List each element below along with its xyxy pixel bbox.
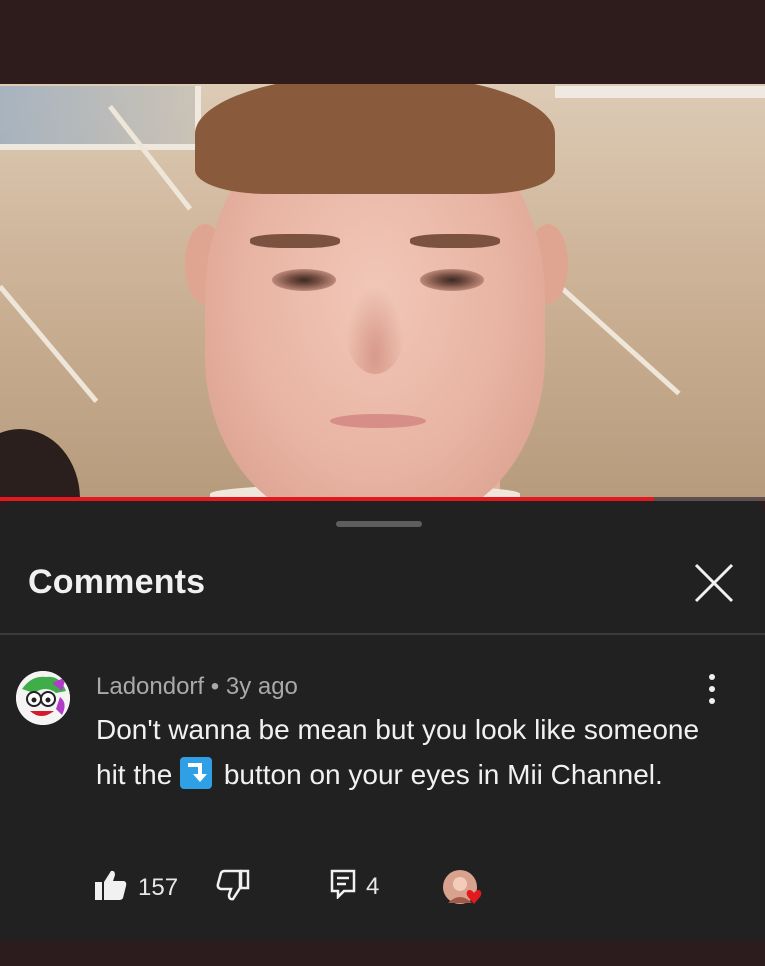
bottom-strip [0, 941, 765, 966]
thumbs-down-icon [216, 869, 250, 906]
reply-icon [330, 869, 356, 904]
dislike-button[interactable] [216, 869, 250, 906]
comments-sheet: Comments Ladondorf • 3y ago Don't wanna … [0, 501, 765, 941]
hair [195, 84, 555, 194]
drag-handle[interactable] [336, 521, 422, 527]
comments-title: Comments [28, 563, 206, 601]
shelf-bracket [558, 284, 681, 396]
thumbs-up-icon [94, 869, 128, 906]
blue-return-arrow-icon [180, 757, 213, 789]
eye [420, 269, 484, 291]
shelf [0, 86, 201, 150]
meta-separator: • [210, 673, 220, 700]
more-vertical-icon[interactable] [700, 669, 724, 709]
creator-heart-avatar [442, 869, 486, 909]
shelf-bracket [0, 284, 99, 404]
video-player[interactable] [0, 84, 765, 498]
avatar[interactable] [16, 671, 70, 725]
eye [272, 269, 336, 291]
divider [0, 633, 765, 635]
comment-author[interactable]: Ladondorf [96, 673, 204, 700]
like-button[interactable]: 157 [94, 869, 178, 906]
eyebrow [250, 234, 340, 248]
like-count: 157 [138, 873, 179, 901]
shelf [555, 86, 765, 98]
comment-text: Don't wanna be mean but you look like so… [96, 707, 716, 797]
comment-text-end: button on your eyes in Mii Channel. [216, 759, 663, 790]
nose [345, 284, 405, 374]
close-icon[interactable] [692, 561, 736, 605]
comment-time: 3y ago [225, 673, 298, 700]
top-bar [0, 0, 765, 84]
background-object [0, 429, 80, 498]
comment-meta: Ladondorf • 3y ago [96, 673, 298, 701]
reply-count: 4 [366, 872, 380, 900]
mouth [330, 414, 426, 428]
eyebrow [410, 234, 500, 248]
reply-button[interactable]: 4 [330, 869, 379, 904]
